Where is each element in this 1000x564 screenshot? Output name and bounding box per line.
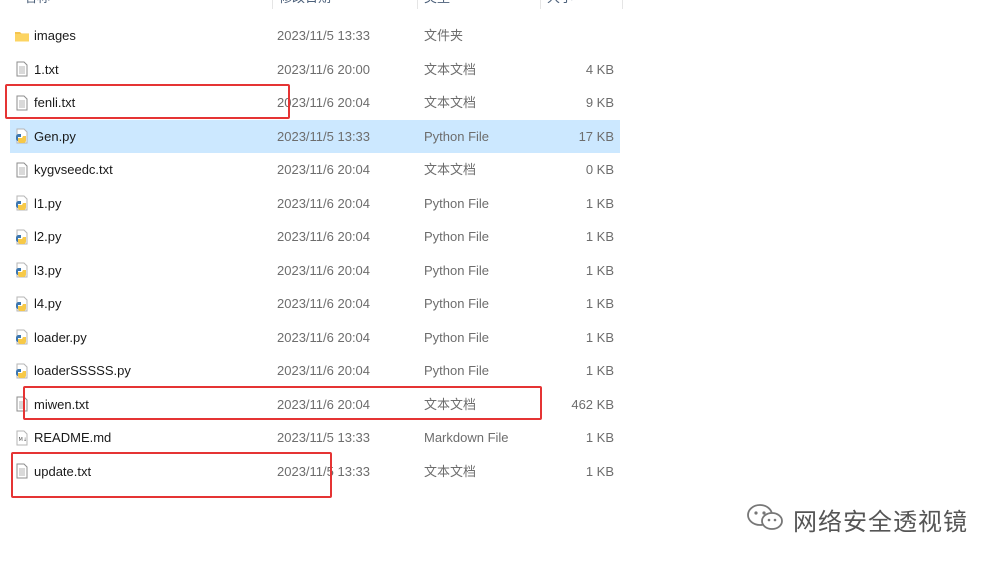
wechat-icon — [745, 502, 785, 537]
file-type: Python File — [424, 262, 490, 278]
file-name: images — [34, 28, 76, 43]
file-row[interactable]: M↓ README.md 2023/11/5 13:33 Markdown File 1… — [10, 421, 620, 454]
file-type: Python File — [424, 195, 490, 211]
file-size: 9 KB — [585, 95, 614, 110]
file-row[interactable]: l2.py 2023/11/6 20:04 Python File 1 KB — [10, 220, 620, 253]
file-size: 0 KB — [585, 162, 614, 177]
file-name-cell: l3.py — [14, 254, 61, 287]
file-size: 1 KB — [585, 296, 614, 311]
file-name-cell: l2.py — [14, 220, 61, 253]
file-type: Python File — [424, 229, 490, 244]
folder-icon — [14, 28, 30, 44]
file-row[interactable]: images 2023/11/5 13:33 文件夹 — [10, 19, 620, 52]
file-name-cell: images — [14, 19, 76, 52]
file-date: 2023/11/6 20:04 — [277, 329, 371, 345]
file-name: 1.txt — [34, 61, 59, 77]
file-date: 2023/11/6 20:04 — [277, 363, 371, 378]
file-size: 462 KB — [571, 396, 614, 412]
python-file-icon — [14, 363, 30, 379]
file-type: 文件夹 — [424, 28, 464, 43]
file-name-cell: l4.py — [14, 287, 61, 320]
file-row[interactable]: 1.txt 2023/11/6 20:00 文本文档 4 KB — [10, 53, 620, 86]
highlight-box-fenli — [5, 84, 290, 119]
watermark: 网络安全透视镜 — [745, 502, 968, 536]
file-date: 2023/11/6 20:00 — [277, 61, 371, 77]
file-name: README.md — [34, 430, 112, 445]
file-name-cell: Gen.py — [14, 120, 76, 153]
file-name: Gen.py — [34, 128, 76, 144]
file-name-cell: loaderSSSSS.py — [14, 354, 131, 387]
column-date[interactable]: 修改日期 — [273, 0, 418, 9]
file-type: Python File — [424, 296, 490, 311]
file-size: 1 KB — [585, 363, 614, 378]
file-type: Python File — [424, 329, 490, 345]
file-date: 2023/11/5 13:33 — [277, 128, 371, 144]
file-name: l3.py — [34, 262, 62, 278]
watermark-text: 网络安全透视镜 — [793, 507, 968, 536]
markdown-file-icon: M↓ — [14, 430, 30, 446]
file-type: Python File — [424, 363, 490, 378]
file-row[interactable]: l1.py 2023/11/6 20:04 Python File 1 KB — [10, 187, 620, 220]
highlight-box-update — [11, 452, 332, 498]
column-name[interactable]: 名称 — [18, 0, 273, 9]
file-name: l1.py — [34, 195, 62, 211]
file-date: 2023/11/6 20:04 — [277, 195, 371, 211]
file-date: 2023/11/6 20:04 — [277, 262, 371, 278]
file-name-cell: kygvseedc.txt — [14, 153, 113, 186]
file-date: 2023/11/6 20:04 — [277, 296, 371, 311]
file-size: 1 KB — [585, 195, 614, 211]
file-size: 1 KB — [585, 229, 614, 244]
file-date: 2023/11/5 13:33 — [277, 430, 371, 445]
file-date: 2023/11/6 20:04 — [277, 95, 371, 110]
python-file-icon — [14, 195, 30, 211]
file-row[interactable]: loaderSSSSS.py 2023/11/6 20:04 Python File… — [10, 354, 620, 387]
file-type: 文本文档 — [424, 162, 477, 177]
highlight-box-miwen — [23, 386, 542, 420]
file-size: 4 KB — [585, 61, 614, 77]
file-row[interactable]: kygvseedc.txt 2023/11/6 20:04 文本文档 0 KB — [10, 153, 620, 186]
python-file-icon — [14, 229, 30, 245]
python-file-icon — [14, 296, 30, 312]
file-row[interactable]: Gen.py 2023/11/5 13:33 Python File 17 KB — [10, 119, 620, 153]
file-name-cell: l1.py — [14, 187, 61, 220]
python-file-icon — [14, 128, 30, 144]
file-type: 文本文档 — [424, 95, 477, 110]
file-type: 文本文档 — [424, 463, 477, 479]
text-file-icon — [14, 61, 30, 77]
file-row[interactable]: loader.py 2023/11/6 20:04 Python File 1 KB — [10, 321, 620, 354]
file-name-cell: M↓ README.md — [14, 421, 111, 454]
file-type: Python File — [424, 128, 490, 144]
column-size[interactable]: 大小 — [541, 0, 623, 9]
file-name: loader.py — [34, 329, 87, 345]
file-name-cell: 1.txt — [14, 53, 59, 86]
file-type: 文本文档 — [424, 61, 477, 77]
file-size: 1 KB — [585, 262, 614, 278]
file-date: 2023/11/6 20:04 — [277, 229, 371, 244]
file-type: Markdown File — [424, 430, 509, 445]
file-size: 17 KB — [578, 128, 614, 144]
column-type[interactable]: 类型 — [418, 0, 541, 9]
file-row[interactable]: l3.py 2023/11/6 20:04 Python File 1 KB — [10, 254, 620, 287]
svg-text:M↓: M↓ — [19, 437, 28, 443]
file-name: l2.py — [34, 229, 62, 244]
file-date: 2023/11/5 13:33 — [277, 28, 371, 43]
file-name: kygvseedc.txt — [34, 162, 113, 177]
file-name: loaderSSSSS.py — [34, 363, 131, 378]
file-size: 1 KB — [585, 329, 614, 345]
file-name: l4.py — [34, 296, 62, 311]
column-header: 名称 修改日期 类型 大小 — [0, 0, 625, 13]
file-size: 1 KB — [585, 463, 614, 479]
file-size: 1 KB — [585, 430, 614, 445]
file-row[interactable]: l4.py 2023/11/6 20:04 Python File 1 KB — [10, 287, 620, 320]
file-date: 2023/11/6 20:04 — [277, 162, 371, 177]
python-file-icon — [14, 329, 30, 345]
file-name-cell: loader.py — [14, 321, 87, 354]
text-file-icon — [14, 162, 30, 178]
python-file-icon — [14, 262, 30, 278]
